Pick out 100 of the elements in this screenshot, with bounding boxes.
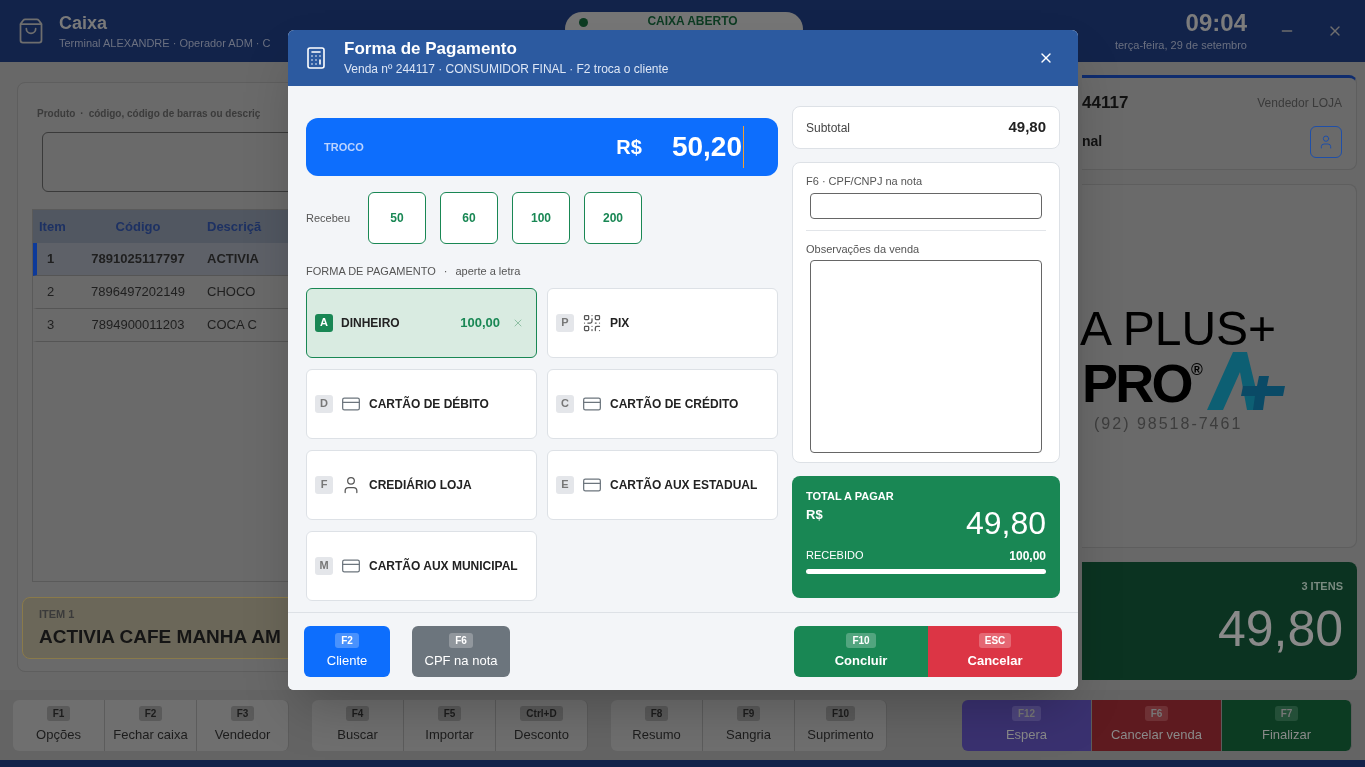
key-label: Buscar xyxy=(337,725,378,744)
method-label: CREDIÁRIO LOJA xyxy=(369,476,473,494)
table-cell-text: ACTIVIA xyxy=(207,250,259,269)
key-label: Vendedor xyxy=(214,725,271,744)
quick-amount-button[interactable]: 60 xyxy=(440,192,498,244)
total-value: 49,80 xyxy=(965,504,1046,541)
dialog-title: Forma de Pagamento xyxy=(344,39,518,59)
function-key-button[interactable]: F3 Vendedor xyxy=(197,699,289,751)
method-amount: 100,00 xyxy=(460,313,500,332)
clock-date: terça-feira, 29 de setembro xyxy=(1114,37,1247,53)
footer-action-button[interactable]: F10 Concluir xyxy=(794,626,928,677)
dialog-subtitle: Venda nº 244117 · CONSUMIDOR FINAL · F2 troca o cliente xyxy=(344,61,670,77)
table-cell-text: 2 xyxy=(46,283,56,302)
shortcut-letter: C xyxy=(556,394,574,413)
payment-method-card[interactable]: A DINHEIRO 100,00 xyxy=(306,287,537,358)
footer-action-button[interactable]: F2 Cliente xyxy=(304,626,390,677)
table-cell-text: 7891025117797 xyxy=(90,250,186,269)
function-key-button[interactable]: F6 Cancelar venda xyxy=(1092,699,1222,751)
customer-name: nal xyxy=(1082,132,1103,151)
logo-text: A PLUS+ xyxy=(1080,306,1278,352)
payment-method-card[interactable]: D CARTÃO DE DÉBITO xyxy=(306,368,537,439)
key-badge: F9 xyxy=(736,705,761,721)
payment-method-card[interactable]: E CARTÃO AUX ESTADUAL xyxy=(547,449,778,520)
function-key-button[interactable]: F9 Sangria xyxy=(703,699,795,751)
function-key-button[interactable]: F1 Opções xyxy=(13,699,105,751)
shortcut-letter: A xyxy=(315,313,333,332)
status-text: CAIXA ABERTO xyxy=(646,14,739,29)
shortcut-letter: M xyxy=(315,556,333,575)
key-label: Cancelar venda xyxy=(1110,725,1203,744)
clock-time: 09:04 xyxy=(1185,8,1247,37)
key-badge: F3 xyxy=(230,705,255,721)
change-value: 50,20 xyxy=(671,126,744,168)
change-label: TROCO xyxy=(324,139,365,155)
button-label: Cancelar xyxy=(967,651,1023,670)
method-label: CARTÃO AUX ESTADUAL xyxy=(610,476,759,494)
shortcut-letter: F xyxy=(315,475,333,494)
qr-code-icon xyxy=(582,312,602,333)
app-title: Caixa xyxy=(59,11,109,35)
key-badge: F2 xyxy=(138,705,163,721)
table-row[interactable]: 1 7891025117797 ACTIVIA xyxy=(33,243,288,276)
logo-mark-icon xyxy=(1206,352,1287,410)
key-badge: F4 xyxy=(345,705,370,721)
separator-dot: · xyxy=(80,107,84,121)
notes-field[interactable] xyxy=(810,260,1042,453)
quick-amount-button[interactable]: 50 xyxy=(368,192,426,244)
table-cell-text: 3 xyxy=(46,316,56,335)
key-badge: Ctrl+D xyxy=(520,705,563,721)
shortcut-letter: E xyxy=(556,475,574,494)
key-badge: F5 xyxy=(437,705,462,721)
payment-method-card[interactable]: F CREDIÁRIO LOJA xyxy=(306,449,537,520)
key-label: Suprimento xyxy=(807,725,874,744)
key-label: Resumo xyxy=(632,725,681,744)
key-label: Espera xyxy=(1005,725,1048,744)
function-key-button[interactable]: F2 Fechar caixa xyxy=(105,699,197,751)
customer-button[interactable] xyxy=(1310,125,1342,158)
key-label: Finalizar xyxy=(1261,725,1312,744)
items-count: 3 ITENS xyxy=(1301,579,1343,594)
total-amount: 49,80 xyxy=(1217,600,1343,657)
shortcut-letter: P xyxy=(556,313,574,332)
separator-dot: · xyxy=(443,264,448,279)
key-badge: F8 xyxy=(644,705,669,721)
key-badge: F10 xyxy=(846,632,876,648)
method-label: CARTÃO DE DÉBITO xyxy=(369,395,490,413)
payment-method-card[interactable]: C CARTÃO DE CRÉDITO xyxy=(547,368,778,439)
quick-amount-button[interactable]: 100 xyxy=(512,192,570,244)
registered-mark: ® xyxy=(1190,360,1203,378)
app-subtitle: Terminal ALEXANDRE · Operador ADM · C xyxy=(59,35,271,51)
key-badge: F6 xyxy=(449,632,473,648)
key-badge: F6 xyxy=(1144,705,1169,721)
key-label: Fechar caixa xyxy=(113,725,188,744)
method-label: CARTÃO DE CRÉDITO xyxy=(610,395,740,413)
key-badge: F10 xyxy=(825,705,856,721)
received-total-label: RECEBIDO xyxy=(806,548,864,564)
key-label: Opções xyxy=(36,725,81,744)
logo-text: PRO xyxy=(1082,356,1191,410)
function-key-button[interactable]: F5 Importar xyxy=(404,699,496,751)
calculator-icon xyxy=(304,46,328,70)
total-label: TOTAL A PAGAR xyxy=(806,489,895,504)
key-label: Desconto xyxy=(514,725,569,744)
change-currency: R$ xyxy=(616,135,642,160)
cpf-label: F6 · CPF/CNPJ na nota xyxy=(806,174,924,189)
key-badge: ESC xyxy=(978,632,1012,648)
cpf-field[interactable] xyxy=(810,192,1042,219)
function-key-button[interactable]: F7 Finalizar xyxy=(1222,699,1352,751)
quick-amount-button[interactable]: 200 xyxy=(584,192,642,244)
function-key-button[interactable]: F8 Resumo xyxy=(611,699,703,751)
shopping-bag-icon xyxy=(17,17,45,45)
subtotal-value: 49,80 xyxy=(1008,117,1046,138)
function-key-button[interactable]: F10 Suprimento xyxy=(795,699,887,751)
key-badge: F1 xyxy=(46,705,71,721)
function-key-button[interactable]: F4 Buscar xyxy=(312,699,404,751)
received-label: Recebeu xyxy=(306,210,352,226)
footer-action-button[interactable]: ESC Cancelar xyxy=(928,626,1062,677)
button-label: Cliente xyxy=(326,651,368,670)
payment-method-card[interactable]: P PIX xyxy=(547,287,778,358)
key-badge: F2 xyxy=(335,632,359,648)
function-key-button[interactable]: Ctrl+D Desconto xyxy=(496,699,588,751)
payment-method-card[interactable]: M CARTÃO AUX MUNICIPAL xyxy=(306,530,537,601)
method-label: DINHEIRO xyxy=(341,314,401,332)
footer-action-button[interactable]: F6 CPF na nota xyxy=(412,626,510,677)
